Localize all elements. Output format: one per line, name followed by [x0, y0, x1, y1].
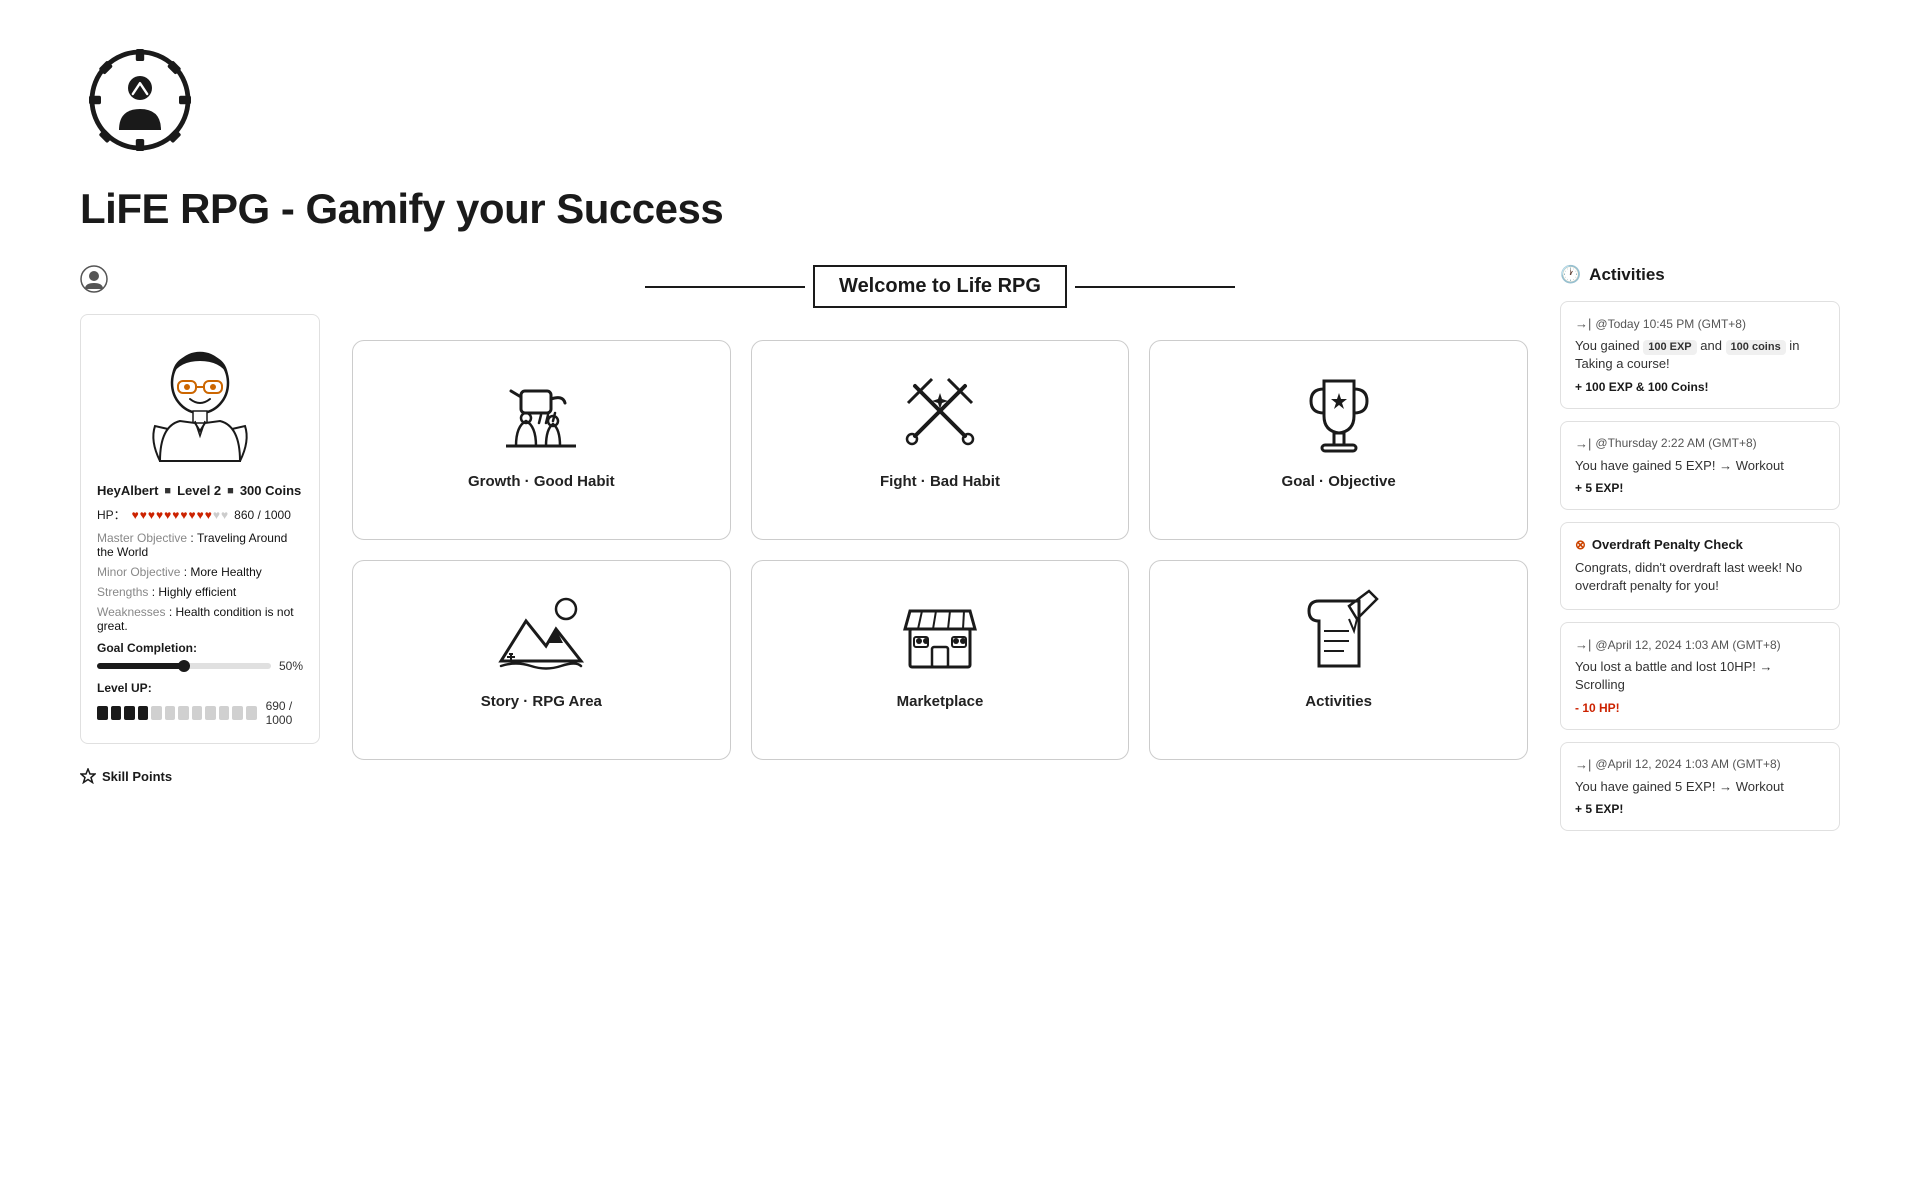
penalty-body: Congrats, didn't overdraft last week! No… — [1575, 559, 1825, 595]
activity-timestamp-3: →| @April 12, 2024 1:03 AM (GMT+8) — [1575, 637, 1825, 652]
goal-pct: 50% — [279, 659, 303, 673]
penalty-title: ⊗ Overdraft Penalty Check — [1575, 537, 1825, 553]
card-label-goal: Goal · Objective — [1282, 473, 1396, 490]
hp-hearts: ♥ ♥ ♥ ♥ ♥ ♥ ♥ ♥ ♥ ♥ ♥ ♥ — [132, 508, 229, 522]
card-label-growth: Growth · Good Habit — [468, 473, 615, 490]
activity-reward-2: + 5 EXP! — [1575, 481, 1825, 495]
activity-card-3: →| @April 12, 2024 1:03 AM (GMT+8) You l… — [1560, 622, 1840, 729]
card-growth-good-habit[interactable]: Growth · Good Habit — [352, 340, 731, 540]
activity-card-1: →| @Today 10:45 PM (GMT+8) You gained 10… — [1560, 301, 1840, 409]
goal-completion-label: Goal Completion: — [97, 641, 303, 655]
app-logo — [80, 40, 1840, 185]
activity-timestamp-2: →| @Thursday 2:22 AM (GMT+8) — [1575, 436, 1825, 451]
character-card: HeyAlbert ■ Level 2 ■ 300 Coins HP： ♥ ♥ … — [80, 314, 320, 744]
skill-points-label: Skill Points — [102, 769, 172, 784]
skill-points-icon — [80, 768, 96, 784]
activity-body-2: You have gained 5 EXP! → Workout — [1575, 457, 1825, 475]
plant-icon — [491, 361, 591, 461]
center-panel: Welcome to Life RPG — [352, 265, 1528, 760]
minor-objective-value: More Healthy — [190, 565, 261, 579]
activity-card-2: →| @Thursday 2:22 AM (GMT+8) You have ga… — [1560, 421, 1840, 510]
level-value: 690 / 1000 — [266, 699, 303, 727]
user-icon[interactable] — [80, 265, 320, 298]
activity-body-4: You have gained 5 EXP! → Workout — [1575, 778, 1825, 796]
activity-timestamp-4: →| @April 12, 2024 1:03 AM (GMT+8) — [1575, 757, 1825, 772]
strengths-value: Highly efficient — [158, 585, 236, 599]
swords-icon — [890, 361, 990, 461]
left-panel: HeyAlbert ■ Level 2 ■ 300 Coins HP： ♥ ♥ … — [80, 265, 320, 784]
character-name-row: HeyAlbert ■ Level 2 ■ 300 Coins — [97, 483, 303, 498]
activity-reward-3: - 10 HP! — [1575, 701, 1825, 715]
card-label-activities: Activities — [1305, 693, 1372, 710]
penalty-card: ⊗ Overdraft Penalty Check Congrats, didn… — [1560, 522, 1840, 610]
character-level: Level 2 — [177, 483, 221, 498]
card-fight-bad-habit[interactable]: Fight · Bad Habit — [751, 340, 1130, 540]
store-icon — [890, 581, 990, 681]
skill-points-row[interactable]: Skill Points — [80, 768, 320, 784]
activity-card-4: →| @April 12, 2024 1:03 AM (GMT+8) You h… — [1560, 742, 1840, 831]
mountain-icon — [491, 581, 591, 681]
card-marketplace[interactable]: Marketplace — [751, 560, 1130, 760]
trophy-icon — [1289, 361, 1389, 461]
level-up-label: Level UP: — [97, 681, 303, 695]
activity-body-1: You gained 100 EXP and 100 coins in Taki… — [1575, 337, 1825, 374]
character-avatar — [130, 331, 270, 471]
character-username: HeyAlbert — [97, 483, 158, 498]
goal-progress-bar: 50% — [97, 659, 303, 673]
card-goal-objective[interactable]: Goal · Objective — [1149, 340, 1528, 540]
right-panel: 🕐 Activities →| @Today 10:45 PM (GMT+8) … — [1560, 265, 1840, 831]
master-objective-row: Master Objective : Traveling Around the … — [97, 531, 303, 559]
activity-reward-1: + 100 EXP & 100 Coins! — [1575, 380, 1825, 394]
activity-timestamp-1: →| @Today 10:45 PM (GMT+8) — [1575, 316, 1825, 331]
card-label-marketplace: Marketplace — [897, 693, 984, 710]
activity-body-3: You lost a battle and lost 10HP! → Scrol… — [1575, 658, 1825, 694]
cards-grid: Growth · Good Habit — [352, 340, 1528, 760]
level-bar: 690 / 1000 — [97, 699, 303, 727]
pen-icon — [1289, 581, 1389, 681]
weaknesses-row: Weaknesses : Health condition is not gre… — [97, 605, 303, 633]
welcome-banner: Welcome to Life RPG — [352, 265, 1528, 308]
card-story-rpg[interactable]: Story · RPG Area — [352, 560, 731, 760]
hp-row: HP： ♥ ♥ ♥ ♥ ♥ ♥ ♥ ♥ ♥ ♥ ♥ ♥ — [97, 506, 303, 523]
hp-value: 860 / 1000 — [234, 508, 291, 522]
app-title: LiFE RPG - Gamify your Success — [80, 185, 1840, 233]
clock-icon: 🕐 — [1560, 265, 1581, 285]
activities-title: 🕐 Activities — [1560, 265, 1840, 285]
strengths-row: Strengths : Highly efficient — [97, 585, 303, 599]
minor-objective-row: Minor Objective : More Healthy — [97, 565, 303, 579]
activity-reward-4: + 5 EXP! — [1575, 802, 1825, 816]
banner-text: Welcome to Life RPG — [813, 265, 1067, 308]
card-activities[interactable]: Activities — [1149, 560, 1528, 760]
character-coins: 300 Coins — [240, 483, 301, 498]
card-label-story: Story · RPG Area — [481, 693, 602, 710]
card-label-fight: Fight · Bad Habit — [880, 473, 1000, 490]
